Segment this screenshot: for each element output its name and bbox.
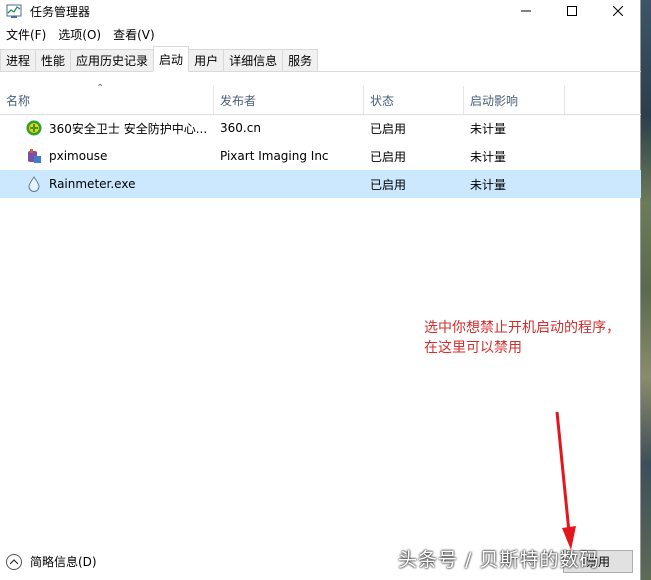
column-name-label: 名称	[6, 93, 31, 108]
row-impact: 未计量	[470, 149, 507, 164]
table-row[interactable]: pximouse Pixart Imaging Inc 已启用 未计量	[0, 142, 641, 170]
row-status: 已启用	[370, 121, 407, 136]
column-header: 名称 ⌃ 发布者 状态 启动影响	[0, 83, 641, 115]
row-name: pximouse	[49, 149, 108, 163]
maximize-icon	[567, 6, 577, 16]
title-bar: 任务管理器	[0, 0, 641, 22]
column-status-label: 状态	[370, 93, 395, 108]
maximize-button[interactable]	[549, 0, 595, 22]
tab-users[interactable]: 用户	[188, 49, 225, 71]
tab-details[interactable]: 详细信息	[223, 49, 284, 71]
annotation-arrow	[555, 411, 576, 550]
column-startup-impact[interactable]: 启动影响	[464, 86, 565, 114]
menu-view[interactable]: 查看(V)	[107, 26, 161, 43]
annotation-line-2: 在这里可以禁用	[424, 340, 522, 356]
close-button[interactable]	[595, 0, 641, 22]
brief-info-label: 简略信息(D)	[30, 555, 97, 569]
chevron-up-icon	[6, 553, 22, 570]
sort-ascending-icon: ⌃	[96, 83, 105, 94]
minimize-button[interactable]	[503, 0, 549, 22]
row-publisher: Pixart Imaging Inc	[220, 149, 329, 163]
table-row[interactable]: 360安全卫士 安全防护中心... 360.cn 已启用 未计量	[0, 114, 641, 142]
row-name: 360安全卫士 安全防护中心...	[49, 121, 208, 136]
task-manager-window: 任务管理器 文件(F) 选项(O) 查看(V) 进程 性能 应用历史记录 启动 …	[0, 0, 641, 580]
menu-options[interactable]: 选项(O)	[52, 26, 107, 43]
tab-startup[interactable]: 启动	[153, 46, 190, 72]
brief-info-toggle[interactable]: 简略信息(D)	[6, 553, 97, 570]
minimize-icon	[521, 10, 531, 12]
watermark-text: 头条号 / 贝斯特的数码	[398, 549, 600, 571]
tab-strip: 进程 性能 应用历史记录 启动 用户 详细信息 服务	[0, 46, 641, 72]
tab-performance[interactable]: 性能	[35, 49, 72, 71]
annotation-line-1: 选中你想禁止开机启动的程序，	[424, 320, 620, 336]
table-row-selected[interactable]: Rainmeter.exe 已启用 未计量	[0, 170, 641, 198]
row-impact: 未计量	[470, 177, 507, 192]
menu-bar: 文件(F) 选项(O) 查看(V)	[0, 24, 161, 44]
tab-app-history[interactable]: 应用历史记录	[70, 49, 155, 71]
column-name[interactable]: 名称 ⌃	[0, 83, 214, 114]
column-publisher-label: 发布者	[220, 93, 257, 108]
row-name: Rainmeter.exe	[49, 177, 136, 191]
tab-services[interactable]: 服务	[282, 49, 319, 71]
annotation-text: 选中你想禁止开机启动的程序， 在这里可以禁用	[424, 318, 644, 358]
row-publisher: 360.cn	[220, 121, 261, 135]
row-impact: 未计量	[470, 121, 507, 136]
column-impact-label: 启动影响	[470, 93, 519, 108]
window-title: 任务管理器	[30, 4, 91, 19]
column-status[interactable]: 状态	[364, 86, 464, 114]
menu-file[interactable]: 文件(F)	[0, 26, 52, 43]
droplet-icon	[28, 176, 40, 192]
row-status: 已启用	[370, 177, 407, 192]
desktop-background-strip	[641, 0, 651, 580]
tab-processes[interactable]: 进程	[0, 49, 37, 71]
column-publisher[interactable]: 发布者	[214, 86, 364, 114]
close-icon	[613, 6, 623, 16]
mouse-app-icon	[28, 149, 41, 163]
row-status: 已启用	[370, 149, 407, 164]
shield-360-icon	[26, 120, 42, 136]
task-manager-app-icon	[6, 4, 22, 18]
